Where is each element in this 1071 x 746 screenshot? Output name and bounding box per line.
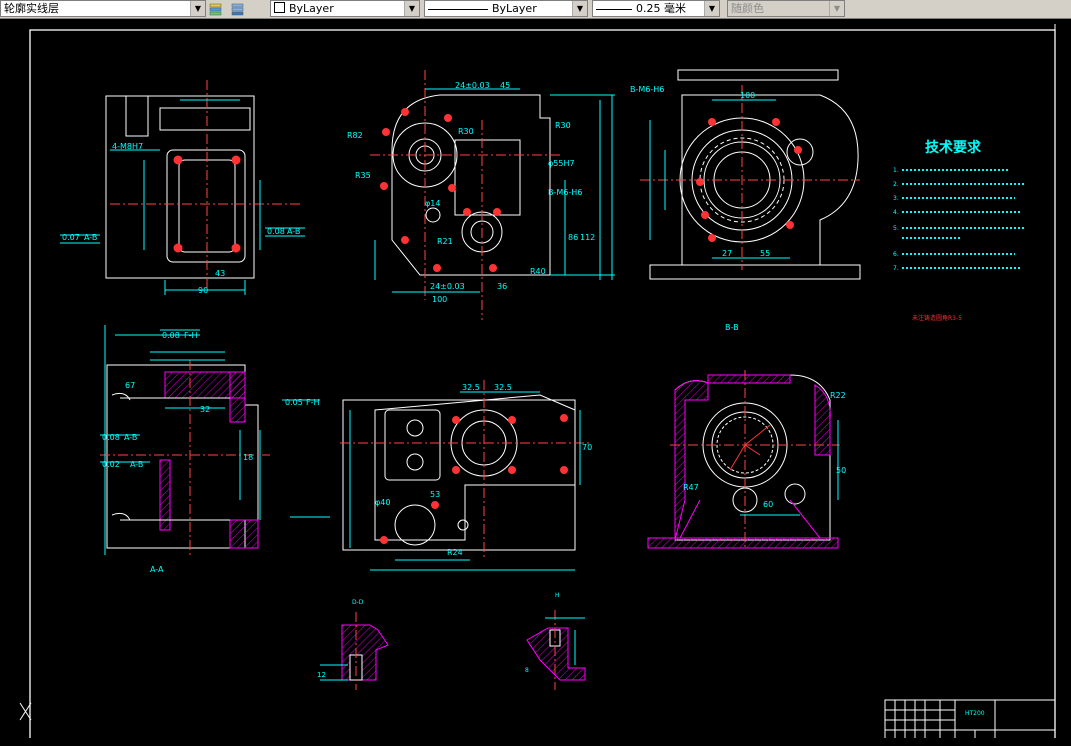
fcf-datum: A-B <box>130 460 143 469</box>
red-note: 未注铸造圆角R3-5 <box>912 314 962 322</box>
thread-note: B-M6-H6 <box>630 85 664 94</box>
tech-item: 7. <box>893 265 899 272</box>
layer-previous-icon <box>231 3 244 16</box>
fcf-datum: A-B <box>124 433 137 442</box>
fcf-datum: F-H <box>184 331 198 340</box>
dim-r35: R35 <box>355 171 371 180</box>
dim-36: 36 <box>497 282 507 291</box>
dim-r47: R47 <box>683 483 699 492</box>
dim-r40: R40 <box>530 267 546 276</box>
dim-55: 55 <box>760 249 770 258</box>
dim-27: 27 <box>722 249 732 258</box>
dim-32-5: 32.5 <box>494 383 512 392</box>
layer-previous-button[interactable] <box>229 1 245 16</box>
dim-112: 112 <box>580 233 595 242</box>
dim-r82: R82 <box>347 131 363 140</box>
dim-90: 90 <box>198 286 208 295</box>
tech-requirements: 技术要求 1. 2. 3. 4. 5. 6. 7. 未注铸造圆角R3-5 <box>893 139 1025 322</box>
dim-24: 24±0.03 <box>430 282 465 291</box>
title-block: HT200 <box>884 699 1056 738</box>
dim-43: 43 <box>215 269 225 278</box>
fcf-datum: F-H <box>306 398 320 407</box>
lineweight-combo[interactable]: 0.25 毫米 ▼ <box>592 0 720 17</box>
chevron-down-icon: ▼ <box>829 1 844 16</box>
tech-item: 4. <box>893 209 899 216</box>
fcf-value: 0.08 <box>102 433 120 442</box>
drawing-canvas[interactable]: 4-M8H7 90 43 0.07 A-B 0.08 A-B 24±0.03 4… <box>0 18 1071 738</box>
detail-h-view: H 8 <box>525 592 586 690</box>
material-label: HT200 <box>965 710 985 717</box>
linetype-combo-value: ByLayer <box>492 2 537 15</box>
dim-r22: R22 <box>830 391 846 400</box>
dim-24: 24±0.03 <box>455 81 490 90</box>
dim-phi40: φ40 <box>375 498 390 507</box>
right-view: 100 27 55 B-M6-H6 <box>630 69 861 280</box>
command-line[interactable] <box>0 738 1071 746</box>
lineweight-combo-value: 0.25 毫米 <box>636 2 686 15</box>
tech-item: 5. <box>893 225 899 232</box>
tech-item: 1. <box>893 167 899 174</box>
dim-18: 18 <box>243 453 253 462</box>
dim-phi14: φ14 <box>425 199 440 208</box>
fcf-value: 0.08 <box>267 227 285 236</box>
fcf-value: 0.08 <box>162 331 180 340</box>
plotstyle-combo-value: 随颜色 <box>731 2 764 15</box>
plotstyle-combo: 随颜色 ▼ <box>727 0 845 17</box>
bore-note: 4-M8H7 <box>112 142 143 151</box>
color-swatch-icon <box>274 2 285 13</box>
layer-make-current-button[interactable] <box>208 1 224 16</box>
dim-r30: R30 <box>555 121 571 130</box>
color-combo-value: ByLayer <box>289 2 334 15</box>
detail-h-label: H <box>555 592 560 599</box>
linetype-sample-icon <box>428 8 488 10</box>
dim-12: 12 <box>317 671 326 679</box>
dim-r30: R30 <box>458 127 474 136</box>
chevron-down-icon[interactable]: ▼ <box>190 1 205 16</box>
tech-title: 技术要求 <box>925 139 982 156</box>
detail-dd-label: D-D <box>352 599 364 606</box>
fcf-value: 0.02 <box>102 460 120 469</box>
front-view: 24±0.03 45 R82 R35 R30 R30 R40 R21 φ55H7… <box>347 70 615 320</box>
dim-70: 70 <box>582 443 592 452</box>
color-combo[interactable]: ByLayer ▼ <box>270 0 420 17</box>
lineweight-sample-icon <box>596 8 632 10</box>
thread-note: B-M6-H6 <box>548 188 582 197</box>
fcf-datum: A-B <box>287 227 300 236</box>
dim-32-5: 32.5 <box>462 383 480 392</box>
dim-50: 50 <box>836 466 846 475</box>
fcf-datum: A-B <box>84 233 97 242</box>
chevron-down-icon[interactable]: ▼ <box>572 1 587 16</box>
layers-icon <box>209 3 222 16</box>
dim-32: 32 <box>200 405 210 414</box>
top-view: 32.5 32.5 φ40 R24 53 70 <box>340 380 592 571</box>
detail-dd-view: D-D 12 <box>317 599 389 690</box>
chevron-down-icon[interactable]: ▼ <box>704 1 719 16</box>
fcf-value: 0.05 <box>285 398 303 407</box>
dim-100: 100 <box>432 295 447 304</box>
tech-item: 3. <box>893 195 899 202</box>
fcf-value: 0.07 <box>62 233 80 242</box>
dim-100: 100 <box>740 91 755 100</box>
dim-45: 45 <box>500 81 510 90</box>
dim-8: 8 <box>525 667 529 674</box>
layer-combo-value: 轮廓实线层 <box>4 2 59 15</box>
dim-67: 67 <box>125 381 135 390</box>
tech-item: 2. <box>893 181 899 188</box>
section-aa-view: 67 32 18 0.08 A-B 0.02 A-B 0.08 F-H 0.05… <box>100 325 330 574</box>
dim-53: 53 <box>430 490 440 499</box>
dim-60: 60 <box>763 500 773 509</box>
tech-item: 6. <box>893 251 899 258</box>
chevron-down-icon[interactable]: ▼ <box>404 1 419 16</box>
linetype-combo[interactable]: ByLayer ▼ <box>424 0 588 17</box>
left-view: 4-M8H7 90 43 0.07 A-B 0.08 A-B <box>60 80 305 295</box>
dim-86: 86 <box>568 233 578 242</box>
properties-toolbar: 轮廓实线层 ▼ ByLayer ▼ ByLayer ▼ 0.25 毫米 ▼ 随颜… <box>0 0 1071 19</box>
dim-r24: R24 <box>447 548 463 557</box>
section-aa-label: A-A <box>150 565 164 574</box>
dim-r21: R21 <box>437 237 453 246</box>
dim-phi55: φ55H7 <box>548 159 575 168</box>
section-bb-label: B-B <box>725 323 739 332</box>
section-bb-view: B-B R22 R47 50 60 <box>647 323 846 550</box>
layer-combo[interactable]: 轮廓实线层 ▼ <box>0 0 206 17</box>
